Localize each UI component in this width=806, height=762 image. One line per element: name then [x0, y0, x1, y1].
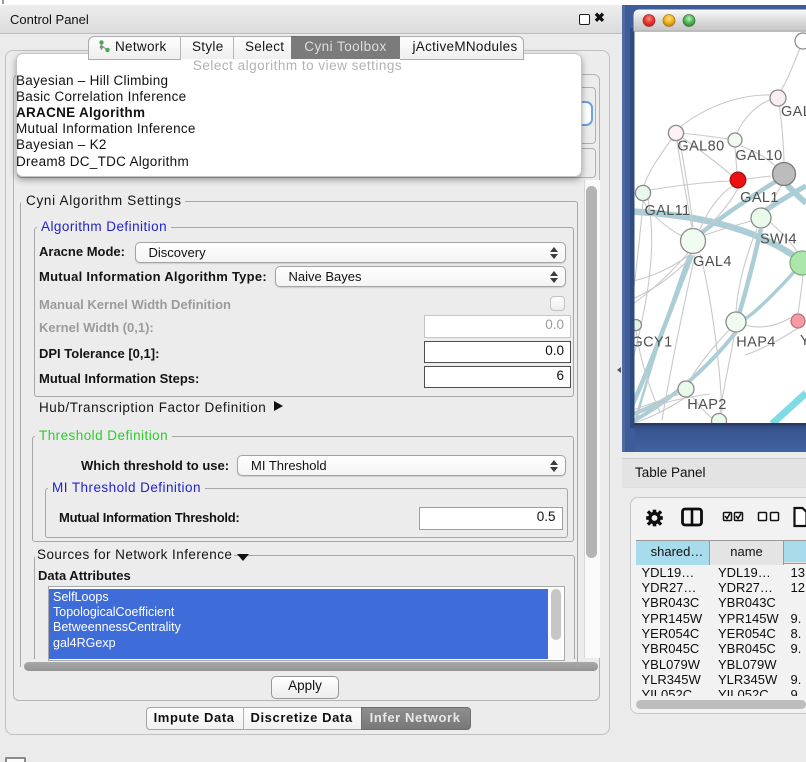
svg-text:HAP4: HAP4 [736, 335, 775, 351]
svg-text:GAL10: GAL10 [735, 148, 782, 164]
svg-text:HAP2: HAP2 [687, 397, 726, 413]
svg-text:SWI4: SWI4 [760, 232, 797, 248]
svg-text:GAL11: GAL11 [644, 203, 690, 219]
svg-text:GAL1: GAL1 [740, 190, 779, 206]
svg-text:GAL4: GAL4 [693, 254, 732, 270]
svg-text:GCY1: GCY1 [631, 335, 672, 351]
svg-text:GAL2: GAL2 [781, 104, 806, 120]
svg-text:YD: YD [800, 333, 806, 349]
svg-text:GAL80: GAL80 [677, 139, 724, 155]
